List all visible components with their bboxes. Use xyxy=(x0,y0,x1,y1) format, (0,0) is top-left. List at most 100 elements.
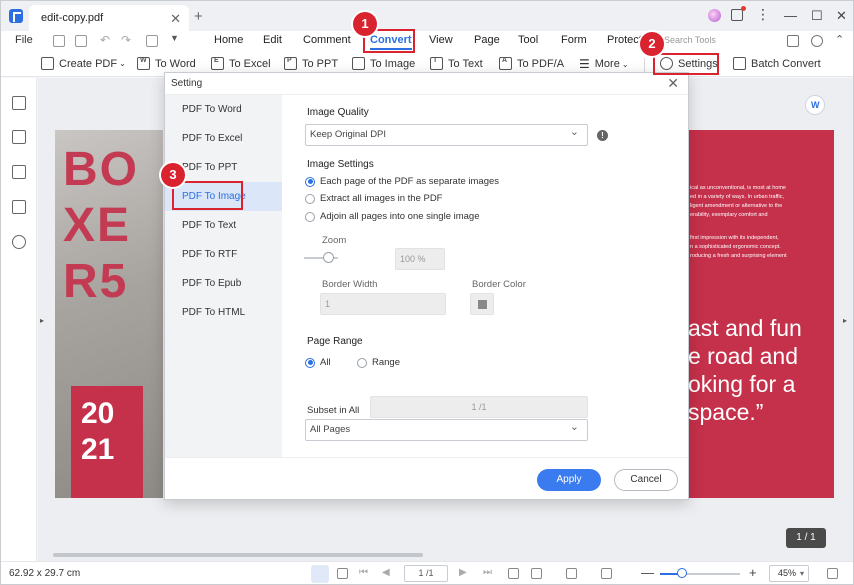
cancel-button[interactable]: Cancel xyxy=(614,469,678,491)
redo-icon[interactable]: ↷ xyxy=(121,33,131,47)
undo-icon[interactable]: ↶ xyxy=(100,33,110,47)
mail-icon[interactable] xyxy=(75,35,87,47)
radio-selected[interactable] xyxy=(305,176,315,187)
page-range-field[interactable]: 1 /1 xyxy=(370,396,588,418)
close-window-icon[interactable]: ✕ xyxy=(836,8,847,24)
last-page-icon[interactable]: ⏭ xyxy=(483,567,492,578)
zoom-slider-handle[interactable] xyxy=(677,568,687,578)
cloud-upload-icon[interactable] xyxy=(811,35,823,47)
menu-comment[interactable]: Comment xyxy=(303,34,351,46)
first-page-icon[interactable]: ⏮ xyxy=(359,567,368,578)
quick-access-dropdown-icon[interactable]: ▼ xyxy=(170,33,179,43)
to-pdfa-button[interactable]: To PDF/A xyxy=(499,57,564,70)
option-separate-images-label: Each page of the PDF as separate images xyxy=(320,176,500,187)
menu-form[interactable]: Form xyxy=(561,34,587,46)
more-options-icon[interactable]: ⋮ xyxy=(756,6,770,23)
single-page-view-icon[interactable] xyxy=(508,568,519,579)
maximize-icon[interactable]: ☐ xyxy=(811,8,823,24)
subset-select[interactable]: All Pages xyxy=(305,417,588,441)
radio-unselected[interactable] xyxy=(305,211,315,222)
fit-page-icon[interactable] xyxy=(566,568,577,579)
quote-line: space.” xyxy=(688,399,764,425)
search-icon[interactable] xyxy=(12,235,26,249)
share-icon[interactable] xyxy=(787,35,799,47)
menu-home[interactable]: Home xyxy=(214,34,243,46)
horizontal-scrollbar[interactable] xyxy=(53,553,423,557)
menu-edit[interactable]: Edit xyxy=(263,34,282,46)
option-extract-images[interactable]: Extract all images in the PDF xyxy=(305,193,443,204)
info-icon[interactable]: ! xyxy=(597,130,608,141)
radio-unselected[interactable] xyxy=(305,193,315,204)
to-word-button[interactable]: To Word xyxy=(137,57,196,70)
document-tab[interactable]: edit-copy.pdf ✕ xyxy=(29,5,189,31)
comment-icon[interactable] xyxy=(12,165,26,179)
nav-pdf-to-word[interactable]: PDF To Word xyxy=(165,95,282,124)
thumbnails-icon[interactable] xyxy=(12,96,26,110)
to-text-button[interactable]: To Text xyxy=(430,57,483,70)
nav-pdf-to-html[interactable]: PDF To HTML xyxy=(165,298,282,327)
right-panel-arrow-icon[interactable]: ▸ xyxy=(843,316,847,325)
option-adjoin-pages[interactable]: Adjoin all pages into one single image xyxy=(305,211,480,222)
zoom-value-field[interactable]: 100 % xyxy=(395,248,445,270)
hand-tool-icon[interactable] xyxy=(311,565,329,583)
minimize-icon[interactable]: — xyxy=(784,8,797,23)
zoom-in-icon[interactable]: + xyxy=(749,565,757,580)
border-width-field[interactable]: 1 xyxy=(320,293,446,315)
continuous-view-icon[interactable] xyxy=(531,568,542,579)
menu-tool[interactable]: Tool xyxy=(518,34,538,46)
page-range-label: Page Range xyxy=(307,336,363,347)
option-separate-images[interactable]: Each page of the PDF as separate images xyxy=(305,176,499,187)
zoom-percent-select[interactable]: 45% xyxy=(769,565,809,582)
select-tool-icon[interactable] xyxy=(337,568,348,579)
notification-icon[interactable] xyxy=(731,6,746,21)
nav-pdf-to-text[interactable]: PDF To Text xyxy=(165,211,282,240)
border-color-swatch[interactable] xyxy=(470,293,494,315)
search-tools-input[interactable]: Search Tools xyxy=(664,35,716,45)
convert-to-word-badge-icon[interactable] xyxy=(805,95,825,115)
reading-mode-icon[interactable] xyxy=(601,568,612,579)
account-avatar[interactable] xyxy=(708,9,721,22)
to-excel-button[interactable]: To Excel xyxy=(211,57,271,70)
new-tab-icon[interactable]: + xyxy=(194,8,203,25)
create-pdf-button[interactable]: Create PDF ⌄ xyxy=(41,57,126,70)
zoom-slider-handle[interactable] xyxy=(323,252,334,263)
to-ppt-button[interactable]: To PPT xyxy=(284,57,338,70)
nav-pdf-to-excel[interactable]: PDF To Excel xyxy=(165,124,282,153)
menu-view[interactable]: View xyxy=(429,34,453,46)
excel-icon xyxy=(211,57,224,70)
menu-protect[interactable]: Protect xyxy=(607,34,642,46)
close-tab-icon[interactable]: ✕ xyxy=(170,11,181,27)
range-custom-option[interactable]: Range xyxy=(357,357,400,368)
quote-line: ast and fun xyxy=(688,315,802,341)
apply-button[interactable]: Apply xyxy=(537,469,601,491)
headline-line: BO xyxy=(63,143,139,196)
prev-page-icon[interactable]: ◀ xyxy=(382,567,390,578)
print-icon[interactable] xyxy=(146,35,158,47)
zoom-out-icon[interactable]: — xyxy=(641,565,654,580)
radio-unselected[interactable] xyxy=(357,357,367,368)
quote-line: oking for a xyxy=(688,371,796,397)
more-button[interactable]: ☰ More ⌄ xyxy=(579,57,629,71)
range-all-option[interactable]: All xyxy=(305,357,331,368)
close-icon[interactable]: ✕ xyxy=(667,75,679,92)
nav-pdf-to-epub[interactable]: PDF To Epub xyxy=(165,269,282,298)
collapse-ribbon-icon[interactable]: ⌃ xyxy=(835,33,844,46)
dialog-title: Setting xyxy=(171,78,203,89)
pdfa-icon xyxy=(499,57,512,70)
page-number-input[interactable]: 1 /1 xyxy=(404,565,448,582)
next-page-icon[interactable]: ▶ xyxy=(459,567,467,578)
left-panel-arrow-icon[interactable]: ▸ xyxy=(40,316,44,325)
save-icon[interactable] xyxy=(53,35,65,47)
nav-pdf-to-rtf[interactable]: PDF To RTF xyxy=(165,240,282,269)
attachment-icon[interactable] xyxy=(12,200,26,214)
fullscreen-icon[interactable] xyxy=(827,568,838,579)
image-quality-select[interactable]: Keep Original DPI xyxy=(305,122,588,146)
radio-selected[interactable] xyxy=(305,357,315,368)
menu-page[interactable]: Page xyxy=(474,34,500,46)
to-image-button[interactable]: To Image xyxy=(352,57,415,70)
menu-file[interactable]: File xyxy=(15,34,33,46)
brochure-quote: ast and fun e road and oking for a space… xyxy=(688,314,834,426)
bookmark-icon[interactable] xyxy=(12,130,26,144)
document-tab-label: edit-copy.pdf xyxy=(41,12,104,24)
batch-convert-button[interactable]: Batch Convert xyxy=(733,57,821,70)
